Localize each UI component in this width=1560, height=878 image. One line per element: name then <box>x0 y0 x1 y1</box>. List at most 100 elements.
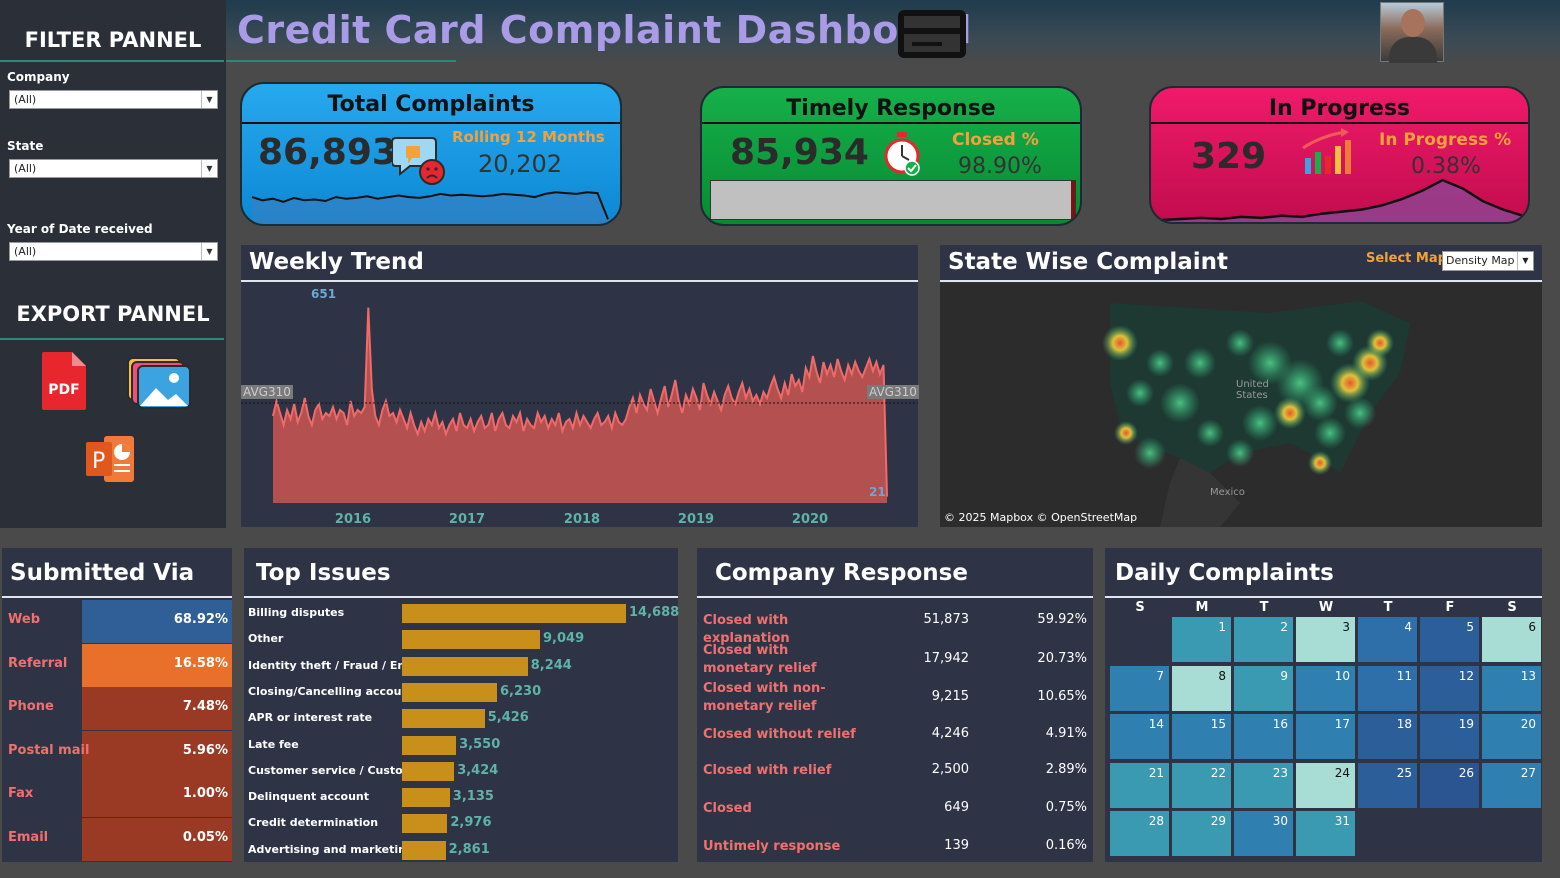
year-filter-select[interactable]: (All) ▼ <box>9 242 218 261</box>
avatar <box>1380 2 1444 63</box>
calendar-day[interactable]: 10 <box>1295 664 1356 712</box>
submitted-via-row[interactable]: Email 0.05% <box>2 818 232 861</box>
issue-label: Customer service / Custom.. <box>248 763 423 777</box>
issue-value: 14,688 <box>629 605 680 620</box>
issue-bar[interactable] <box>402 735 457 755</box>
calendar-day[interactable]: 16 <box>1233 713 1294 760</box>
total-complaints-title: Total Complaints <box>327 92 535 117</box>
sparkline-area <box>252 192 608 224</box>
calendar-day[interactable]: 4 <box>1357 616 1418 663</box>
calendar-day[interactable]: 2 <box>1233 616 1294 663</box>
calendar-day[interactable]: 6 <box>1481 616 1542 663</box>
chevron-down-icon[interactable]: ▼ <box>201 91 217 108</box>
density-blob <box>1226 329 1254 357</box>
calendar-day[interactable]: 9 <box>1233 664 1294 712</box>
calendar-day[interactable]: 22 <box>1171 761 1232 809</box>
calendar-day[interactable]: 20 <box>1481 713 1542 760</box>
calendar-day[interactable]: 29 <box>1171 810 1232 857</box>
issue-bar[interactable] <box>402 656 528 676</box>
density-blob <box>1146 349 1174 377</box>
issue-bar[interactable] <box>402 788 450 808</box>
calendar-day[interactable]: 30 <box>1233 810 1294 857</box>
rolling-label: Rolling 12 Months <box>452 128 605 146</box>
panel-divider <box>940 280 1542 282</box>
calendar-day[interactable]: 21 <box>1109 761 1170 809</box>
issue-value: 8,244 <box>530 657 572 673</box>
calendar-day[interactable]: 24 <box>1295 761 1356 809</box>
issue-bar[interactable] <box>402 761 455 781</box>
pdf-export-icon[interactable]: PDF <box>40 350 88 412</box>
x-tick-label: 2017 <box>449 512 485 527</box>
calendar-day[interactable]: 17 <box>1295 713 1356 760</box>
state-filter-select[interactable]: (All) ▼ <box>9 159 218 178</box>
calendar-day[interactable]: 12 <box>1419 664 1480 712</box>
panel-divider <box>244 596 678 598</box>
top-issues-title: Top Issues <box>256 560 391 586</box>
issue-value: 3,550 <box>459 736 501 752</box>
calendar-day[interactable]: 15 <box>1171 713 1232 760</box>
calendar-day[interactable]: 23 <box>1233 761 1294 809</box>
calendar-day[interactable]: 28 <box>1109 810 1170 857</box>
calendar-day[interactable]: 13 <box>1481 664 1542 712</box>
powerpoint-export-icon[interactable]: P <box>84 434 136 484</box>
company-filter-select[interactable]: (All) ▼ <box>9 90 218 109</box>
submitted-via-row[interactable]: Web 68.92% <box>2 600 232 643</box>
issue-bar[interactable] <box>402 709 485 729</box>
select-map-value: Density Map <box>1446 254 1515 267</box>
issue-value: 3,424 <box>457 762 499 778</box>
x-tick-label: 2019 <box>678 512 714 527</box>
weekday-header: S <box>1507 600 1517 615</box>
submitted-via-row[interactable]: Postal mail 5.96% <box>2 730 232 774</box>
chevron-down-icon[interactable]: ▼ <box>201 243 217 260</box>
calendar-day[interactable]: 1 <box>1171 616 1232 663</box>
submitted-via-row[interactable]: Referral 16.58% <box>2 643 232 687</box>
density-map[interactable]: United States Mexico © 2025 Mapbox © Ope… <box>940 283 1542 527</box>
response-percent: 0.75% <box>1045 800 1087 815</box>
submitted-via-value: 5.96% <box>182 742 228 758</box>
calendar-day[interactable]: 5 <box>1419 616 1480 663</box>
response-percent: 0.16% <box>1045 838 1087 853</box>
response-label: Closed with monetary relief <box>703 643 817 676</box>
submitted-via-value: 1.00% <box>182 786 228 802</box>
filter-panel-title: FILTER PANNEL <box>24 28 202 52</box>
submitted-via-label: Postal mail <box>8 742 90 758</box>
calendar-day[interactable]: 7 <box>1109 664 1170 712</box>
kpi-divider <box>1151 122 1528 124</box>
weekly-trend-chart: 2016 2017 2018 2019 2020 <box>241 307 918 527</box>
calendar-day[interactable]: 18 <box>1357 713 1418 760</box>
density-blob <box>1366 329 1394 357</box>
chevron-down-icon[interactable]: ▼ <box>1517 252 1533 270</box>
response-count: 2,500 <box>931 762 969 777</box>
select-map-dropdown[interactable]: Density Map ▼ <box>1442 251 1534 271</box>
calendar-day[interactable]: 19 <box>1419 713 1480 760</box>
submitted-via-row[interactable]: Phone 7.48% <box>2 687 232 731</box>
chevron-down-icon[interactable]: ▼ <box>201 160 217 177</box>
calendar-day[interactable]: 25 <box>1357 761 1418 809</box>
filter-divider <box>0 60 224 62</box>
calendar-day[interactable]: 27 <box>1481 761 1542 809</box>
calendar-day[interactable]: 8 <box>1171 664 1232 712</box>
issue-bar[interactable] <box>402 604 626 623</box>
issue-label: Billing disputes <box>248 606 345 619</box>
filter-sidebar: FILTER PANNEL Company (All) ▼ State (All… <box>0 0 226 528</box>
submitted-via-row[interactable]: Fax 1.00% <box>2 774 232 818</box>
calendar-day[interactable]: 3 <box>1295 616 1356 663</box>
image-export-icon[interactable] <box>126 356 192 410</box>
calendar-day[interactable]: 31 <box>1295 810 1356 857</box>
in-progress-pct-label: In Progress % <box>1379 130 1512 150</box>
panel-divider <box>697 596 1093 598</box>
density-blob <box>1102 325 1138 361</box>
calendar-day[interactable]: 26 <box>1419 761 1480 809</box>
calendar-day[interactable]: 14 <box>1109 713 1170 760</box>
issue-bar[interactable] <box>402 840 446 860</box>
calendar-day[interactable]: 11 <box>1357 664 1418 712</box>
issue-bar[interactable] <box>402 630 540 650</box>
issue-label: Credit determination <box>248 816 379 830</box>
end-label: 21 <box>869 485 886 499</box>
issue-bar[interactable] <box>402 682 497 702</box>
issue-bar[interactable] <box>402 814 448 834</box>
x-tick-label: 2018 <box>564 512 600 527</box>
timely-response-title: Timely Response <box>786 96 996 121</box>
weekday-header: F <box>1445 600 1455 615</box>
map-attribution[interactable]: © 2025 Mapbox © OpenStreetMap <box>944 511 1137 524</box>
